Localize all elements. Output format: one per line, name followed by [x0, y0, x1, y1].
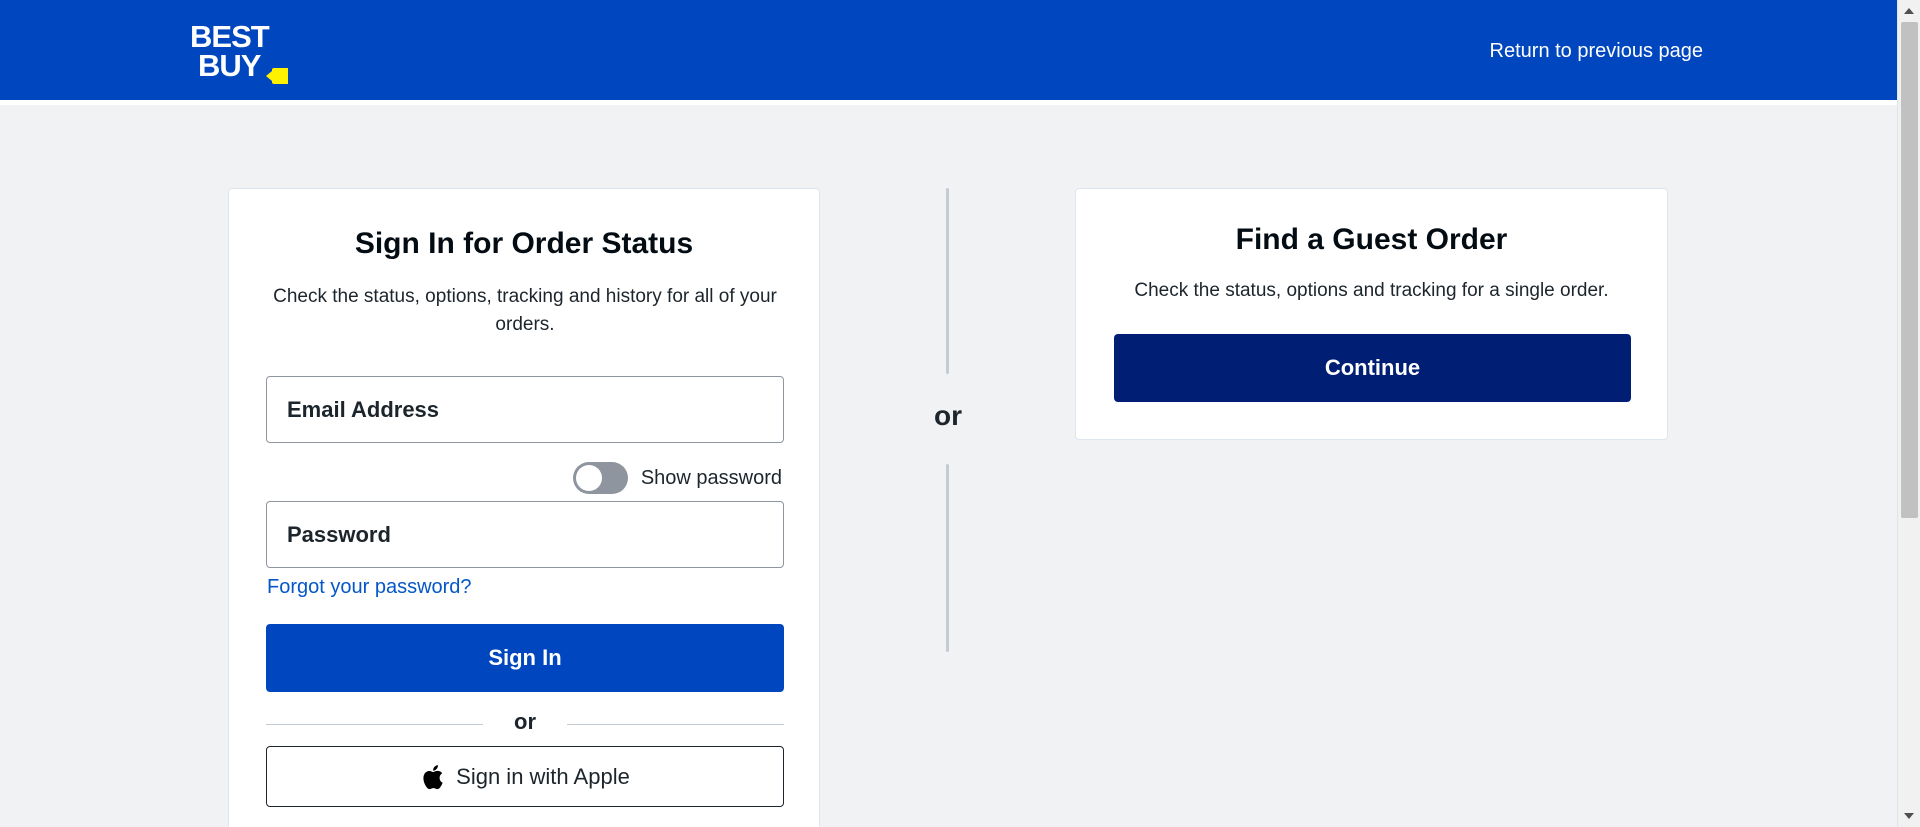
email-field[interactable]: Email Address [266, 376, 784, 443]
password-field[interactable]: Password [266, 501, 784, 568]
sign-in-with-apple-button[interactable]: Sign in with Apple [266, 746, 784, 807]
sign-in-button[interactable]: Sign In [266, 624, 784, 692]
guest-order-title: Find a Guest Order [1235, 223, 1508, 256]
apple-icon [423, 764, 443, 789]
or-separator: or [266, 709, 784, 739]
show-password-row: Show password [572, 461, 782, 495]
apple-button-label: Sign in with Apple [456, 763, 630, 789]
or-separator-text: or [514, 709, 536, 734]
return-to-previous-page-link[interactable]: Return to previous page [1490, 40, 1703, 63]
bestbuy-logo[interactable]: BEST BUY [190, 19, 300, 86]
signin-card: Sign In for Order Status Check the statu… [228, 188, 820, 827]
scroll-down-arrow-icon[interactable] [1904, 813, 1914, 819]
divider-or-text: or [934, 400, 962, 431]
separator-rule-right [567, 724, 784, 725]
site-header: BEST BUY Return to previous page [0, 0, 1897, 105]
email-field-label: Email Address [287, 396, 440, 422]
continue-button[interactable]: Continue [1114, 334, 1631, 402]
forgot-password-link[interactable]: Forgot your password? [267, 576, 472, 599]
price-tag-icon [266, 68, 288, 84]
password-field-label: Password [287, 521, 391, 547]
divider-line-bottom [946, 464, 949, 652]
signin-title: Sign In for Order Status [354, 227, 694, 260]
guest-order-card: Find a Guest Order Check the status, opt… [1075, 188, 1668, 440]
divider-line-top [946, 188, 949, 374]
show-password-toggle[interactable] [572, 462, 628, 494]
signin-description: Check the status, options, tracking and … [273, 286, 777, 335]
page-scrollbar[interactable] [1897, 0, 1920, 827]
scrollbar-thumb[interactable] [1901, 22, 1918, 518]
guest-order-description: Check the status, options and tracking f… [1134, 280, 1609, 301]
logo-text-best: BEST [190, 19, 270, 54]
scroll-up-arrow-icon[interactable] [1904, 8, 1914, 14]
toggle-knob [575, 465, 602, 491]
show-password-label: Show password [640, 466, 782, 489]
